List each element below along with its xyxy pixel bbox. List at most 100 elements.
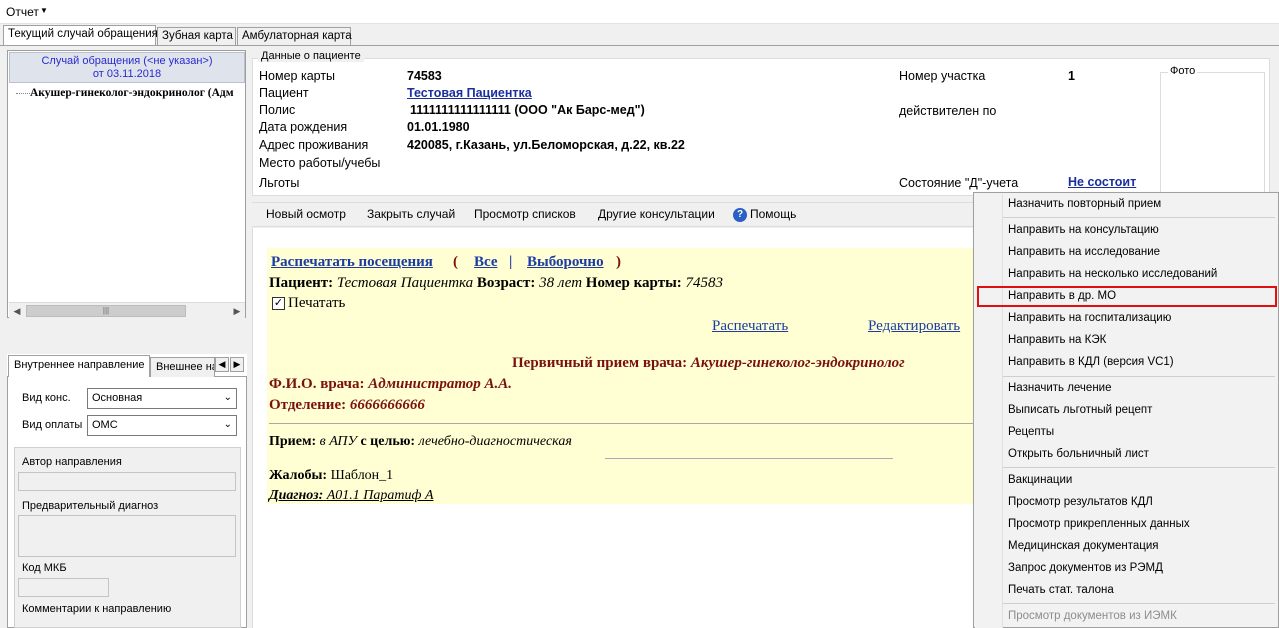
diagnosis-label: Диагноз: — [269, 488, 324, 503]
menu-item-refer-hospitalization[interactable]: Направить на госпитализацию — [1008, 312, 1171, 324]
tree-item-visit[interactable]: Акушер-гинеколог-эндокринолог (Адм — [30, 87, 244, 99]
chevron-down-icon[interactable]: ▼ — [40, 6, 48, 15]
menu-item-highlight — [977, 286, 1277, 307]
menu-item-refer-research[interactable]: Направить на исследование — [1008, 246, 1160, 258]
author-label: Автор направления — [22, 456, 122, 468]
menu-separator — [1003, 467, 1275, 468]
tab-outpatient-card[interactable]: Амбулаторная карта — [237, 27, 352, 46]
case-header-date: от 03.11.2018 — [92, 68, 162, 80]
divider — [605, 458, 893, 459]
print-checkbox[interactable]: ✓ — [272, 297, 285, 310]
menu-item-refer-kdl[interactable]: Направить в КДЛ (версия VC1) — [1008, 356, 1174, 368]
tab-next-icon[interactable]: ▶ — [230, 357, 244, 372]
department-line: Отделение: 6666666666 — [269, 397, 425, 414]
patient-line: Пациент: Тестовая Пациентка Возраст: 38 … — [269, 275, 723, 292]
chevron-down-icon: ⌄ — [223, 419, 232, 430]
menu-item-remd-request[interactable]: Запрос документов из РЭМД — [1008, 562, 1163, 574]
menu-item-refer-consultation[interactable]: Направить на консультацию — [1008, 224, 1159, 236]
complaints-label: Жалобы: — [269, 468, 328, 483]
pipe-separator: | — [509, 254, 513, 270]
menu-item-refer-kek[interactable]: Направить на КЭК — [1008, 334, 1106, 346]
reception-place: в АПУ — [319, 434, 357, 449]
doctor-name: Администратор А.А. — [368, 376, 513, 392]
chevron-down-icon: ⌄ — [223, 392, 232, 403]
patient-label: Пациент — [259, 86, 309, 100]
photo-box — [1160, 72, 1265, 196]
horizontal-scrollbar[interactable]: ◀ ||| ▶ — [9, 302, 245, 318]
menu-item-sick-leave[interactable]: Открыть больничный лист — [1008, 448, 1149, 460]
mkb-code-field[interactable] — [18, 578, 109, 597]
menu-item-kdl-results[interactable]: Просмотр результатов КДЛ — [1008, 496, 1153, 508]
paren-close: ) — [616, 254, 621, 270]
tab-dental-card[interactable]: Зубная карта — [157, 27, 236, 46]
consult-type-value: Основная — [92, 392, 143, 404]
comments-label: Комментарии к направлению — [22, 603, 172, 615]
case-header[interactable]: Случай обращения (<не указан>) от 03.11.… — [9, 52, 245, 83]
visit-title-label: Первичный прием врача: — [512, 355, 688, 371]
work-label: Место работы/учебы — [259, 156, 381, 170]
diagnosis-line[interactable]: Диагноз: А01.1 Паратиф А — [269, 488, 434, 504]
reception-purpose: лечебно-диагностическая — [418, 434, 572, 449]
case-header-title: Случай обращения (<не указан>) — [41, 55, 213, 67]
view-lists-button[interactable]: Просмотр списков — [474, 207, 576, 221]
menu-item-print-stat-coupon[interactable]: Печать стат. талона — [1008, 584, 1114, 596]
diagnosis-value: А01.1 Паратиф А — [326, 488, 434, 503]
mkb-code-label: Код МКБ — [22, 562, 67, 574]
complaints-line: Жалобы: Шаблон_1 — [269, 468, 393, 484]
tab-prev-icon[interactable]: ◀ — [215, 357, 229, 372]
policy-label: Полис — [259, 103, 296, 117]
patient-name-link[interactable]: Тестовая Пациентка — [407, 86, 532, 100]
edit-link[interactable]: Редактировать — [868, 318, 960, 335]
tab-current-case[interactable]: Текущий случай обращения — [3, 25, 158, 46]
menu-separator — [1003, 376, 1275, 377]
paren-open: ( — [453, 254, 458, 270]
doc-card-value: 74583 — [685, 275, 724, 291]
menu-item-medical-docs[interactable]: Медицинская документация — [1008, 540, 1159, 552]
d-status-link[interactable]: Не состоит — [1068, 175, 1136, 189]
address-value: 420085, г.Казань, ул.Беломорская, д.22, … — [407, 138, 685, 152]
print-visits-link[interactable]: Распечатать посещения — [271, 254, 433, 271]
consult-type-label: Вид конс. — [22, 392, 71, 404]
menu-item-refer-multiple-research[interactable]: Направить на несколько исследований — [1008, 268, 1217, 280]
help-icon[interactable]: ? — [733, 208, 747, 222]
close-case-button[interactable]: Закрыть случай — [367, 207, 455, 221]
new-exam-button[interactable]: Новый осмотр — [266, 207, 346, 221]
menu-item-prescribe-treatment[interactable]: Назначить лечение — [1008, 382, 1112, 394]
menu-item-prescriptions[interactable]: Рецепты — [1008, 426, 1054, 438]
payment-type-label: Вид оплаты — [22, 419, 83, 431]
consult-type-select[interactable]: Основная ⌄ — [87, 388, 237, 409]
policy-value: 1111111111111111 (ООО "Ак Барс-мед") — [410, 103, 645, 117]
visit-title-value: Акушер-гинеколог-эндокринолог — [690, 355, 905, 371]
payment-type-select[interactable]: ОМС ⌄ — [87, 415, 237, 436]
print-link[interactable]: Распечатать — [712, 318, 788, 335]
menu-item-benefit-prescription[interactable]: Выписать льготный рецепт — [1008, 404, 1152, 416]
menu-item-repeat-visit[interactable]: Назначить повторный прием — [1008, 198, 1161, 210]
reception-label: Прием: — [269, 434, 317, 449]
scroll-thumb[interactable]: ||| — [26, 305, 186, 317]
selective-link[interactable]: Выборочно — [527, 254, 604, 271]
benefits-label: Льготы — [259, 176, 300, 190]
scroll-right-icon[interactable]: ▶ — [229, 303, 245, 319]
reception-line: Прием: в АПУ с целью: лечебно-диагностич… — [269, 434, 572, 450]
reception-purpose-label: с целью: — [360, 434, 416, 449]
print-checkbox-label: Печатать — [288, 295, 346, 311]
menu-item-attached-data[interactable]: Просмотр прикрепленных данных — [1008, 518, 1190, 530]
scroll-left-icon[interactable]: ◀ — [9, 303, 25, 319]
menu-report[interactable]: Отчет — [6, 5, 39, 19]
author-field[interactable] — [18, 472, 236, 491]
prelim-diagnosis-field[interactable] — [18, 515, 236, 557]
department-value: 6666666666 — [349, 397, 425, 413]
card-number-value: 74583 — [407, 69, 442, 83]
visit-title: Первичный прием врача: Акушер-гинеколог-… — [512, 355, 978, 372]
doc-card-label: Номер карты: — [585, 275, 682, 291]
tab-external-direction[interactable]: Внешнее на — [150, 357, 215, 377]
district-label: Номер участка — [899, 69, 986, 83]
divider — [269, 423, 978, 424]
all-link[interactable]: Все — [474, 254, 498, 271]
card-number-label: Номер карты — [259, 69, 336, 83]
tab-internal-direction[interactable]: Внутреннее направление — [8, 355, 150, 377]
dob-label: Дата рождения — [259, 120, 348, 134]
menu-item-vaccinations[interactable]: Вакцинации — [1008, 474, 1072, 486]
help-button[interactable]: Помощь — [750, 207, 796, 221]
other-consult-button[interactable]: Другие консультации — [598, 207, 715, 221]
